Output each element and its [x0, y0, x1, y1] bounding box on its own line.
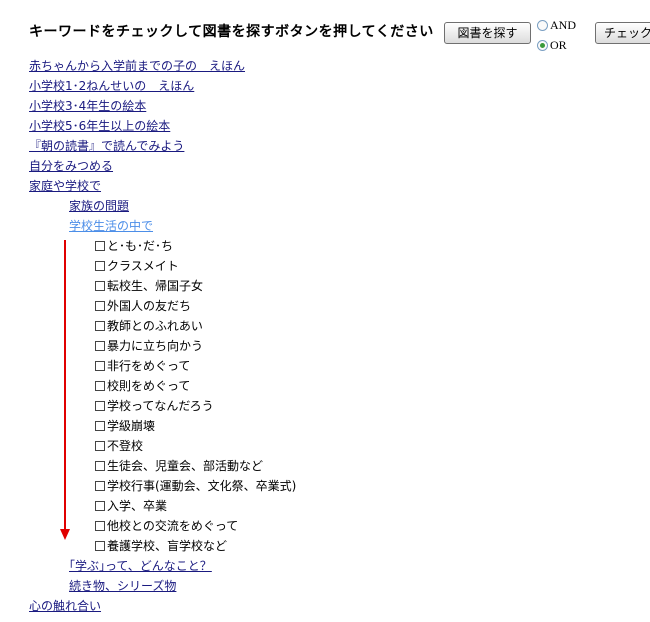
keyword-item[interactable]: 教師とのふれあい — [0, 316, 650, 336]
subcategory-link-learning[interactable]: ｢学ぶ｣って、どんなこと？ — [69, 559, 212, 573]
category-link-baby[interactable]: 赤ちゃんから入学前までの子の えほん — [29, 59, 245, 73]
keyword-item[interactable]: 転校生、帰国子女 — [0, 276, 650, 296]
subcategory-link-series[interactable]: 続き物、シリーズ物 — [69, 579, 176, 593]
keyword-checkbox[interactable] — [95, 241, 105, 251]
radio-and-label: AND — [550, 17, 576, 32]
category-tree: 赤ちゃんから入学前までの子の えほん 小学校1･2ねんせいの えほん 小学校3･… — [0, 56, 650, 616]
keyword-label: 入学、卒業 — [107, 499, 168, 513]
subcategory-link-family-problem[interactable]: 家族の問題 — [69, 199, 129, 213]
radio-or-icon[interactable] — [537, 39, 548, 51]
keyword-label: クラスメイト — [107, 259, 179, 273]
keyword-checkbox[interactable] — [95, 421, 105, 431]
keyword-label: 非行をめぐって — [107, 359, 191, 373]
keyword-checkbox[interactable] — [95, 301, 105, 311]
keyword-label: と･も･だ･ち — [107, 239, 174, 253]
keyword-checkbox[interactable] — [95, 481, 105, 491]
red-down-arrow-icon — [60, 240, 70, 540]
keyword-item[interactable]: 入学、卒業 — [0, 496, 650, 516]
category-link-self[interactable]: 自分をみつめる — [29, 159, 113, 173]
page-title: キーワードをチェックして図書を探すボタンを押してください — [29, 24, 434, 40]
keyword-checkbox[interactable] — [95, 361, 105, 371]
category-link-grade56[interactable]: 小学校5･6年生以上の絵本 — [29, 119, 170, 133]
radio-and-icon[interactable] — [537, 19, 548, 31]
keyword-label: 養護学校、盲学校など — [107, 539, 228, 553]
keyword-item[interactable]: クラスメイト — [0, 256, 650, 276]
category-link-heart[interactable]: 心の触れ合い — [29, 599, 101, 613]
keyword-checkbox[interactable] — [95, 381, 105, 391]
keyword-label: 外国人の友だち — [107, 299, 192, 313]
keyword-checkbox[interactable] — [95, 321, 105, 331]
keyword-label: 生徒会、児童会、部活動など — [107, 459, 264, 473]
keyword-item[interactable]: 非行をめぐって — [0, 356, 650, 376]
keyword-item[interactable]: 暴力に立ち向かう — [0, 336, 650, 356]
category-link-grade12[interactable]: 小学校1･2ねんせいの えほん — [29, 79, 194, 93]
keyword-label: 転校生、帰国子女 — [107, 279, 204, 293]
keyword-item[interactable]: 校則をめぐって — [0, 376, 650, 396]
subcategory-link-school-life[interactable]: 学校生活の中で — [69, 219, 153, 233]
keyword-item[interactable]: 学級崩壊 — [0, 416, 650, 436]
keyword-item[interactable]: 外国人の友だち — [0, 296, 650, 316]
keyword-checkbox[interactable] — [95, 441, 105, 451]
keyword-item[interactable]: 不登校 — [0, 436, 650, 456]
keyword-checkbox[interactable] — [95, 261, 105, 271]
keyword-checkbox[interactable] — [95, 281, 105, 291]
keyword-checkbox[interactable] — [95, 341, 105, 351]
keyword-checkbox[interactable] — [95, 541, 105, 551]
keyword-item[interactable]: 生徒会、児童会、部活動など — [0, 456, 650, 476]
header: キーワードをチェックして図書を探すボタンを押してください 図書を探す AND O… — [0, 0, 650, 58]
check-button[interactable]: チェック — [595, 22, 650, 44]
radio-and-option[interactable]: AND — [537, 17, 576, 33]
category-link-home-school[interactable]: 家庭や学校で — [29, 179, 101, 193]
keyword-label: 不登校 — [107, 439, 144, 453]
radio-or-label: OR — [550, 37, 567, 52]
keyword-item[interactable]: 学校行事(運動会、文化祭、卒業式) — [0, 476, 650, 496]
keyword-label: 学級崩壊 — [107, 419, 156, 433]
keyword-label: 暴力に立ち向かう — [107, 339, 204, 353]
keyword-label: 校則をめぐって — [107, 379, 191, 393]
keyword-item[interactable]: 学校ってなんだろう — [0, 396, 650, 416]
search-books-button[interactable]: 図書を探す — [444, 22, 531, 44]
keyword-checkbox[interactable] — [95, 401, 105, 411]
keyword-item[interactable]: 他校との交流をめぐって — [0, 516, 650, 536]
keyword-label: 学校ってなんだろう — [107, 399, 214, 413]
category-link-grade34[interactable]: 小学校3･4年生の絵本 — [29, 99, 146, 113]
keyword-checkbox[interactable] — [95, 461, 105, 471]
keyword-label: 教師とのふれあい — [107, 319, 203, 333]
keyword-item[interactable]: と･も･だ･ち — [0, 236, 650, 256]
keyword-item[interactable]: 養護学校、盲学校など — [0, 536, 650, 556]
keyword-label: 学校行事(運動会、文化祭、卒業式) — [107, 479, 297, 493]
category-link-morning-reading[interactable]: 『朝の読書』で読んでみよう — [29, 139, 184, 153]
keyword-checkbox[interactable] — [95, 521, 105, 531]
radio-or-option[interactable]: OR — [537, 37, 567, 53]
keyword-checkbox[interactable] — [95, 501, 105, 511]
keyword-label: 他校との交流をめぐって — [107, 519, 239, 533]
